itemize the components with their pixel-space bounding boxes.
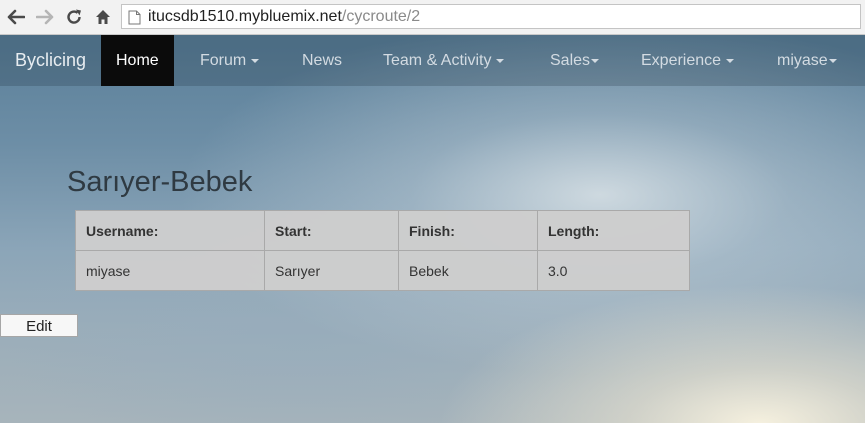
cell-username: miyase (75, 250, 265, 291)
route-details-table: Username: Start: Finish: Length: miyase … (75, 210, 690, 291)
header-finish: Finish: (398, 210, 538, 251)
nav-item-experience[interactable]: Experience (641, 35, 735, 86)
caret-down-icon (496, 58, 505, 63)
page-viewport: Byclicing Home Forum News Team & Activit… (0, 35, 865, 423)
nav-item-team-activity[interactable]: Team & Activity (383, 35, 505, 86)
header-username: Username: (75, 210, 265, 251)
nav-item-home[interactable]: Home (101, 35, 174, 86)
caret-down-icon (828, 58, 837, 63)
url-path: /cycroute/2 (341, 8, 421, 25)
caret-down-icon (251, 58, 260, 63)
browser-toolbar: itucsdb1510.mybluemix.net/cycroute/2 (0, 0, 865, 35)
navbar-brand[interactable]: Byclicing (15, 50, 86, 71)
edit-button[interactable]: Edit (0, 314, 78, 337)
navbar: Byclicing Home Forum News Team & Activit… (0, 35, 865, 86)
header-start: Start: (264, 210, 399, 251)
reload-icon[interactable] (63, 6, 85, 28)
forward-arrow-icon[interactable] (34, 6, 56, 28)
nav-item-forum[interactable]: Forum (200, 35, 260, 86)
nav-item-user-miyase[interactable]: miyase (777, 35, 837, 86)
page-title: Sarıyer-Bebek (67, 166, 253, 198)
url-host: itucsdb1510.mybluemix.net (148, 8, 342, 25)
table-row: miyase Sarıyer Bebek 3.0 (75, 250, 690, 291)
table-header-row: Username: Start: Finish: Length: (75, 210, 690, 251)
caret-down-icon (591, 58, 600, 63)
cell-length: 3.0 (537, 250, 690, 291)
caret-down-icon (726, 58, 735, 63)
header-length: Length: (537, 210, 690, 251)
back-arrow-icon[interactable] (5, 6, 27, 28)
cell-finish: Bebek (398, 250, 538, 291)
nav-item-news[interactable]: News (302, 35, 342, 86)
home-icon[interactable] (92, 6, 114, 28)
cell-start: Sarıyer (264, 250, 399, 291)
page-icon (128, 9, 141, 28)
address-bar[interactable]: itucsdb1510.mybluemix.net/cycroute/2 (121, 4, 861, 29)
nav-item-sales[interactable]: Sales (550, 35, 600, 86)
